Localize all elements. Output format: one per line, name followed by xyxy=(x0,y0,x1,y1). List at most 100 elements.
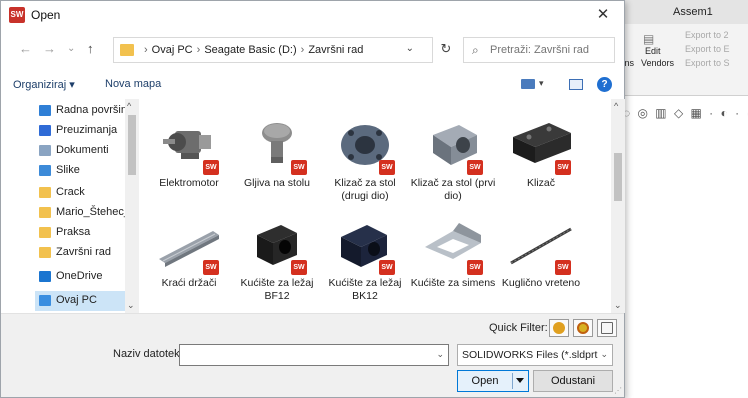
file-name: Elektromotor xyxy=(159,177,219,189)
file-item[interactable]: SW Kućište za simens xyxy=(409,211,497,307)
ribbon-export-2[interactable]: Export to E xyxy=(685,44,730,54)
part-filter-icon xyxy=(553,322,565,334)
chevron-down-icon[interactable]: ⌄ xyxy=(406,43,414,54)
file-item[interactable]: SW Gljiva na stolu xyxy=(233,111,321,207)
file-item[interactable]: SW Kućište za ležaj BK12 xyxy=(321,211,409,307)
nav-item[interactable]: Preuzimanja✱ xyxy=(39,121,135,141)
quick-filter-parts-button[interactable] xyxy=(549,319,569,337)
file-item[interactable]: SW Elektromotor xyxy=(145,111,233,207)
search-input[interactable] xyxy=(490,42,612,58)
nav-item[interactable]: Radna površina✱ xyxy=(39,101,135,121)
solidworks-app-icon: SW xyxy=(9,7,25,23)
new-folder-button[interactable]: Nova mapa xyxy=(105,78,161,90)
open-options-dropdown[interactable] xyxy=(512,373,526,389)
breadcrumb-ovaj-pc[interactable]: Ovaj PC xyxy=(152,44,193,56)
block-part-icon: SW xyxy=(419,117,487,175)
nav-item[interactable]: Slike✱ xyxy=(39,161,135,181)
file-name: Klizač za stol (prvi dio) xyxy=(410,177,496,202)
file-item[interactable]: SW Kuglično vreteno xyxy=(497,211,585,307)
bearing-housing-part-icon: SW xyxy=(243,217,311,275)
solidworks-title-bar: Assem1 xyxy=(612,0,748,24)
file-type-select[interactable]: SOLIDWORKS Files (*.sldprt; *.sl ⌄ xyxy=(457,344,613,366)
nav-item[interactable]: Crack xyxy=(39,183,135,203)
quick-filter-label: Quick Filter: xyxy=(489,322,548,334)
nav-item[interactable]: Ovaj PC xyxy=(35,291,137,311)
quick-filter-drawings-button[interactable] xyxy=(597,319,617,337)
file-item[interactable]: SW Klizač za stol (drugi dio) xyxy=(321,111,409,207)
folder-icon xyxy=(39,295,51,306)
nav-item[interactable]: Završni rad xyxy=(39,243,135,263)
folder-icon xyxy=(39,207,51,218)
refresh-button[interactable]: ↻ xyxy=(435,41,457,61)
recent-locations-button[interactable]: ⌄ xyxy=(67,43,75,54)
solidworks-part-icon: SW xyxy=(291,260,307,275)
file-name-field[interactable]: ⌄ xyxy=(179,344,449,366)
forward-button[interactable]: → xyxy=(43,41,56,56)
cancel-button[interactable]: Odustani xyxy=(533,370,613,392)
file-name: Gljiva na stolu xyxy=(244,177,310,189)
solidworks-graphics-area: ◌ ◎ ▥ ◇ ▦ · ◐ · ◑ xyxy=(612,96,748,398)
scroll-up-icon[interactable]: ^ xyxy=(614,101,618,111)
view-options-icon[interactable] xyxy=(521,79,535,89)
drawing-filter-icon xyxy=(601,322,613,334)
resize-grip-icon[interactable]: ⋰ xyxy=(614,386,622,395)
scroll-down-icon[interactable]: ⌄ xyxy=(127,300,135,311)
file-item[interactable]: SW Klizač za stol (prvi dio) xyxy=(409,111,497,207)
address-row: ← → ⌄ ↑ › Ovaj PC › Seagate Basic (D:) › Zavr… xyxy=(1,33,624,67)
triangle-down-icon xyxy=(516,378,524,383)
file-item[interactable]: SW Kućište za ležaj BF12 xyxy=(233,211,321,307)
chevron-down-icon[interactable]: ⌄ xyxy=(436,349,444,360)
file-name-input[interactable] xyxy=(184,348,430,362)
search-icon: ⌕ xyxy=(472,43,479,57)
edit-icon[interactable]: ▤ xyxy=(643,32,654,46)
dialog-title: Open xyxy=(31,8,61,22)
file-item[interactable]: SW Klizač xyxy=(497,111,585,207)
file-name: Kuglično vreteno xyxy=(501,277,581,289)
breadcrumb-seagate[interactable]: Seagate Basic (D:) xyxy=(204,44,296,56)
scroll-down-icon[interactable]: ⌄ xyxy=(614,300,622,311)
ribbon-export-1[interactable]: Export to 2 xyxy=(685,30,729,40)
ribbon-export-3[interactable]: Export to S xyxy=(685,58,730,68)
file-name: Kućište za simens xyxy=(410,277,496,289)
breadcrumb-zavrsni-rad[interactable]: Završni rad xyxy=(308,44,363,56)
back-button[interactable]: ← xyxy=(19,41,32,56)
open-button[interactable]: Open xyxy=(457,370,529,392)
nav-item[interactable]: Dokumenti✱ xyxy=(39,141,135,161)
view-dropdown-icon[interactable]: ▾ xyxy=(539,78,544,89)
nav-item[interactable]: OneDrive xyxy=(39,267,135,287)
nav-item-label: Preuzimanja xyxy=(56,124,118,136)
nav-item-label: OneDrive xyxy=(56,270,103,282)
breadcrumb: › Ovaj PC › Seagate Basic (D:) › Završni rad xyxy=(144,44,364,56)
view-toolbar-icons[interactable]: ◌ ◎ ▥ ◇ ▦ · ◐ · ◑ xyxy=(623,106,748,120)
nav-item-label: Ovaj PC xyxy=(56,294,97,306)
nav-item[interactable]: Mario_Štehec_Al xyxy=(39,203,135,223)
quick-filter-assemblies-button[interactable] xyxy=(573,319,593,337)
scroll-thumb[interactable] xyxy=(128,115,136,175)
nav-item-label: Slike xyxy=(56,164,80,176)
search-box[interactable]: ⌕ xyxy=(463,37,615,63)
close-button[interactable]: ✕ xyxy=(588,3,618,27)
help-icon[interactable]: ? xyxy=(597,77,612,92)
file-list-scrollbar[interactable]: ^ ⌄ xyxy=(611,99,625,313)
nav-item-label: Praksa xyxy=(56,226,91,238)
up-folder-button[interactable]: ↑ xyxy=(87,41,94,56)
preview-pane-icon[interactable] xyxy=(569,79,583,90)
file-item[interactable]: SW Kraći držači xyxy=(145,211,233,307)
scroll-thumb[interactable] xyxy=(614,153,622,201)
nav-item-label: Radna površina xyxy=(56,104,134,116)
open-dialog: SW Open ✕ ← → ⌄ ↑ › Ovaj PC › Seagate Basic… xyxy=(0,0,625,398)
dialog-title-bar: SW Open ✕ xyxy=(1,1,624,29)
scroll-up-icon[interactable]: ^ xyxy=(127,101,131,111)
ribbon-vendors-button[interactable]: Vendors xyxy=(641,58,674,68)
navigation-scrollbar[interactable]: ^ ⌄ xyxy=(125,99,139,313)
nav-item[interactable]: Praksa xyxy=(39,223,135,243)
command-bar: Organiziraj ▾ Nova mapa ▾ ? xyxy=(1,71,624,97)
solidworks-part-icon: SW xyxy=(203,160,219,175)
folder-icon xyxy=(39,187,51,198)
organize-menu[interactable]: Organiziraj ▾ xyxy=(13,78,75,91)
address-bar[interactable]: › Ovaj PC › Seagate Basic (D:) › Završni rad … xyxy=(113,37,433,63)
folder-icon xyxy=(39,105,51,116)
file-name: Klizač za stol (drugi dio) xyxy=(334,177,396,202)
file-name: Kraći držači xyxy=(161,277,217,289)
ribbon-edit-button[interactable]: Edit xyxy=(645,46,661,56)
